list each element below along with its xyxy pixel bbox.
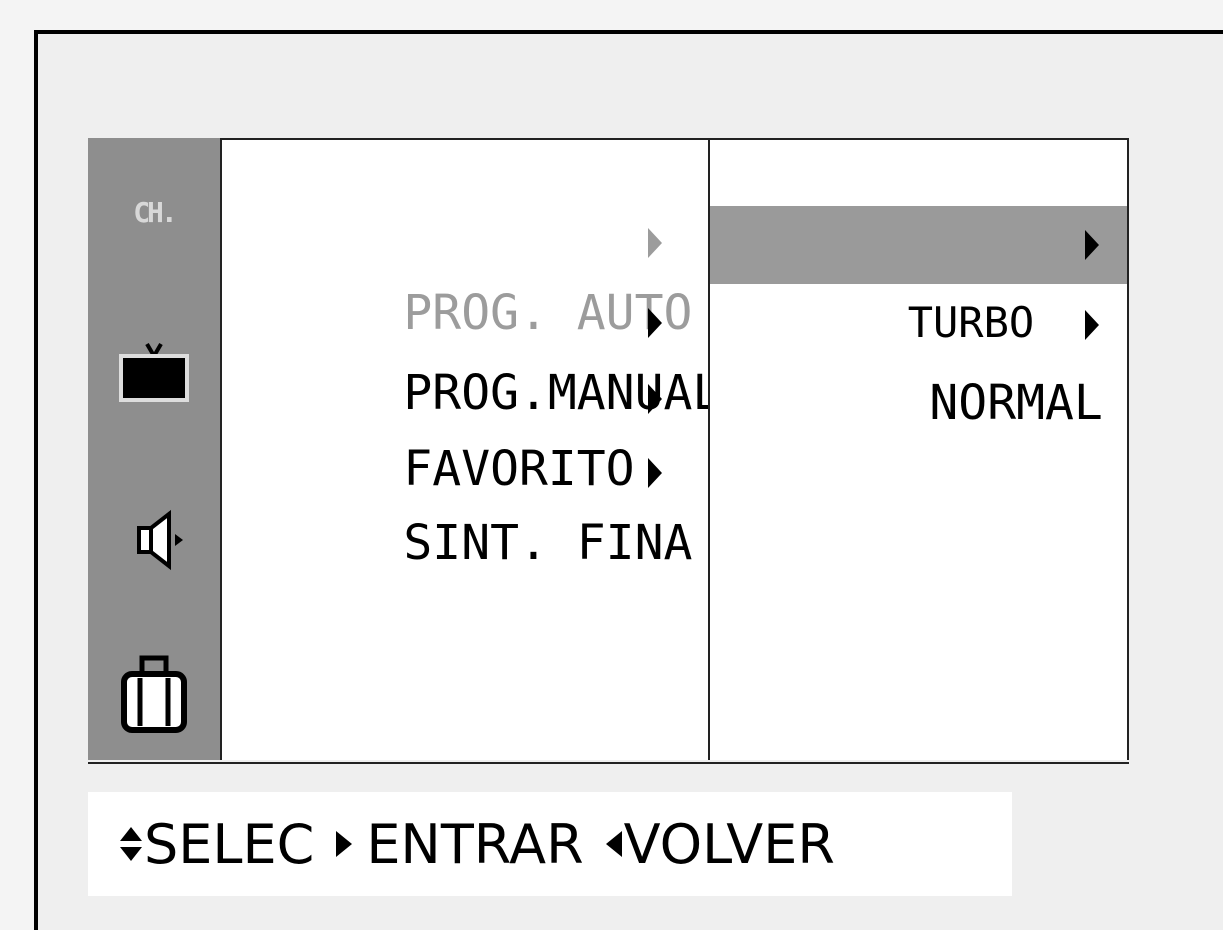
- channel-category-label[interactable]: CH.: [88, 192, 220, 232]
- submenu-item-label: NORMAL: [929, 375, 1103, 431]
- arrow-right-icon: [648, 308, 662, 338]
- arrow-right-icon: [648, 228, 662, 258]
- menu-item-prog-auto[interactable]: PROG. AUTO: [230, 208, 700, 341]
- arrow-right-icon: [648, 384, 662, 414]
- speaker-icon[interactable]: [88, 504, 220, 574]
- submenu-item-normal[interactable]: NORMAL: [710, 286, 1127, 431]
- menu-item-prog-manual[interactable]: PROG.MANUAL: [230, 288, 721, 421]
- navigation-help-bar: SELEC ENTRAR VOLVER: [88, 792, 1012, 896]
- menu-item-sint-fina[interactable]: SINT. FINA: [230, 438, 700, 571]
- auto-program-submenu: TURBO NORMAL: [708, 138, 1129, 760]
- arrow-right-icon: [1085, 310, 1099, 340]
- arrow-right-icon: [1085, 230, 1099, 260]
- up-down-arrow-icon: [120, 827, 142, 861]
- arrow-right-icon: [648, 458, 662, 488]
- briefcase-icon[interactable]: [88, 648, 220, 738]
- back-hint: VOLVER: [623, 812, 835, 876]
- osd-menu-panel: CH. PROG. AUTO PROG.MANUAL FAVORITO SINT…: [88, 138, 1129, 764]
- menu-item-favorito[interactable]: FAVORITO: [230, 364, 700, 497]
- category-sidebar: CH.: [88, 138, 220, 760]
- submenu-item-turbo[interactable]: TURBO: [710, 206, 1127, 347]
- arrow-right-icon: [336, 831, 353, 857]
- channel-menu: PROG. AUTO PROG.MANUAL FAVORITO SINT. FI…: [220, 138, 721, 760]
- enter-hint: ENTRAR: [366, 812, 584, 876]
- select-hint: SELEC: [144, 812, 315, 876]
- arrow-left-icon: [605, 831, 622, 857]
- menu-item-label: SINT. FINA: [403, 515, 693, 571]
- tv-icon[interactable]: [88, 338, 220, 408]
